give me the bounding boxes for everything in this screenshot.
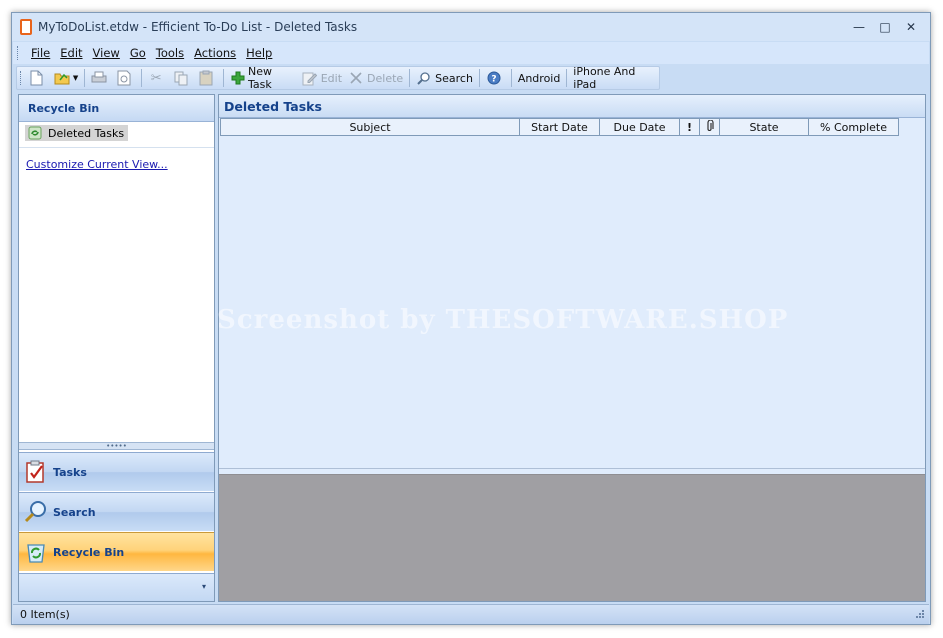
pencil-icon [302,70,318,86]
content-pane: Deleted Tasks Subject Start Date Due Dat… [218,94,926,602]
content-title: Deleted Tasks [219,95,925,118]
nav-button-tasks[interactable]: Tasks [19,452,214,491]
toolbar-grip [20,71,23,85]
nav-overflow-bar[interactable]: ▾ [19,573,214,601]
paperclip-icon [706,118,714,135]
menu-go[interactable]: Go [125,46,151,60]
toolbar-separator [223,69,225,87]
watermark: © Screenshot by THESOFTWARE.SHOP [180,305,789,335]
item-count: 0 Item(s) [20,608,70,621]
menu-actions[interactable]: Actions [189,46,241,60]
recycle-icon [27,126,43,140]
column-header-subject[interactable]: Subject [220,118,520,136]
help-button[interactable]: ? [483,68,508,88]
new-task-button[interactable]: New Task [227,65,299,91]
column-header-attachment[interactable] [700,118,720,136]
open-button[interactable]: ▼ [51,68,81,88]
task-grid-body[interactable] [219,137,925,469]
print-preview-icon [116,70,132,86]
toolbar-separator [84,69,86,87]
nav-pane-splitter[interactable]: ••••• [19,442,214,450]
magnifier-icon [23,499,49,525]
toolbar-separator [566,69,568,87]
window-title: MyToDoList.etdw - Efficient To-Do List -… [38,20,358,34]
open-dropdown-arrow-icon[interactable]: ▼ [73,74,78,82]
folder-deleted-tasks[interactable]: Deleted Tasks [25,125,129,141]
chevron-down-icon[interactable]: ▾ [202,582,206,591]
edit-button[interactable]: Edit [299,68,345,88]
maximize-button[interactable]: □ [872,18,898,36]
new-document-icon [29,70,45,86]
toolbar-separator [478,69,480,87]
delete-x-icon [348,70,364,86]
print-icon [91,70,107,86]
nav-button-search[interactable]: Search [19,492,214,531]
menu-edit[interactable]: Edit [55,46,87,60]
open-folder-icon [54,70,70,86]
help-icon: ? [486,70,502,86]
cut-icon: ✂ [150,70,162,86]
cut-button[interactable]: ✂ [145,68,170,88]
resize-grip-icon[interactable] [913,609,925,621]
menu-file[interactable]: File [26,46,55,60]
delete-button[interactable]: Delete [345,68,406,88]
navigation-pane-header: Recycle Bin [19,95,214,122]
magnifier-icon [416,70,432,86]
toolbar-separator [141,69,143,87]
copy-icon [173,70,189,86]
menu-grip [17,46,20,60]
nav-tasks-label: Tasks [53,465,87,479]
plus-icon [230,70,245,86]
column-header-priority[interactable]: ! [680,118,700,136]
nav-button-recycle-bin[interactable]: Recycle Bin [19,532,214,571]
customize-view-link[interactable]: Customize Current View... [26,158,214,171]
print-preview-button[interactable] [113,68,138,88]
new-document-button[interactable] [26,68,51,88]
search-label: Search [435,71,473,85]
navigation-pane: Recycle Bin Deleted Tasks Customize Curr… [18,94,215,602]
svg-text:?: ? [491,75,496,85]
nav-search-label: Search [53,505,96,519]
edit-label: Edit [320,71,343,85]
column-header-due-date[interactable]: Due Date [600,118,680,136]
preview-pane [219,474,925,601]
toolbar-separator [510,69,512,87]
menu-help[interactable]: Help [241,46,277,60]
paste-icon [198,70,214,86]
menu-view[interactable]: View [88,46,125,60]
delete-label: Delete [367,71,404,85]
divider [19,147,214,148]
recycle-bin-icon [23,539,49,565]
iphone-ipad-button[interactable]: iPhone And iPad [570,65,659,91]
menu-tools[interactable]: Tools [151,46,189,60]
column-header-state[interactable]: State [720,118,809,136]
android-button[interactable]: Android [515,68,564,88]
task-grid-header: Subject Start Date Due Date ! State % Co… [220,118,925,136]
column-header-start-date[interactable]: Start Date [520,118,600,136]
folder-label: Deleted Tasks [48,126,125,140]
app-icon [20,19,32,35]
column-header-percent-complete[interactable]: % Complete [809,118,899,136]
search-button[interactable]: Search [413,68,476,88]
title-bar: MyToDoList.etdw - Efficient To-Do List -… [12,13,930,41]
paste-button[interactable] [195,68,220,88]
copy-button[interactable] [170,68,195,88]
close-button[interactable]: ✕ [898,18,924,36]
nav-recycle-bin-label: Recycle Bin [53,545,125,559]
menu-bar: File Edit View Go Tools Actions Help [13,42,929,64]
new-task-label: New Task [247,65,272,91]
toolbar-separator [409,69,411,87]
print-button[interactable] [88,68,113,88]
minimize-button[interactable]: — [846,18,872,36]
status-bar: 0 Item(s) [13,604,929,624]
main-toolbar: ▼ ✂ New Task Edit Delete Search ? Androi… [16,65,660,91]
clipboard-check-icon [23,459,49,485]
